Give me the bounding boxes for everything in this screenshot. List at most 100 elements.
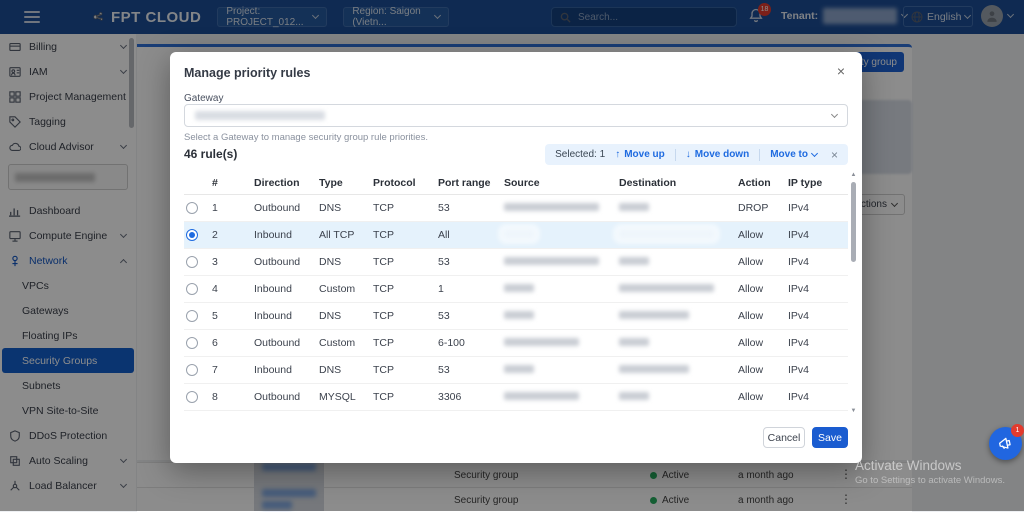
- rule-direction: Outbound: [254, 202, 319, 214]
- rule-protocol: TCP: [373, 229, 438, 241]
- rule-type: All TCP: [319, 229, 373, 241]
- close-icon[interactable]: [832, 62, 850, 80]
- rule-radio[interactable]: [186, 256, 198, 268]
- scroll-down-icon[interactable]: ▼: [850, 408, 857, 414]
- rule-port-range: 53: [438, 202, 504, 214]
- gateway-select[interactable]: [184, 104, 848, 127]
- rule-radio-selected[interactable]: [186, 229, 198, 241]
- col-header: Port range: [438, 177, 504, 189]
- rule-type: DNS: [319, 202, 373, 214]
- rule-destination-redacted: [619, 391, 738, 403]
- rule-radio[interactable]: [186, 202, 198, 214]
- rule-row[interactable]: 1 Outbound DNS TCP 53 DROP IPv4: [184, 195, 848, 222]
- rule-number: 6: [212, 337, 254, 349]
- fab-badge: 1: [1011, 424, 1024, 437]
- col-header: Source: [504, 177, 619, 189]
- rule-row[interactable]: 3 Outbound DNS TCP 53 Allow IPv4: [184, 249, 848, 276]
- rule-radio[interactable]: [186, 364, 198, 376]
- rule-action: Allow: [738, 256, 788, 268]
- rule-source-redacted: [504, 391, 619, 403]
- rule-number: 7: [212, 364, 254, 376]
- rule-action: Allow: [738, 229, 788, 241]
- rule-direction: Outbound: [254, 256, 319, 268]
- rule-protocol: TCP: [373, 283, 438, 295]
- rule-protocol: TCP: [373, 391, 438, 403]
- rule-row-selected[interactable]: 2 Inbound All TCP TCP All Allow IPv4: [184, 222, 848, 249]
- scroll-up-icon[interactable]: ▲: [850, 172, 857, 178]
- rule-ip-type: IPv4: [788, 337, 838, 349]
- modal-footer: Cancel Save: [763, 427, 848, 448]
- move-to-button[interactable]: Move to: [770, 149, 817, 160]
- move-down-label: Move down: [695, 149, 749, 160]
- chevron-down-icon: [811, 150, 818, 157]
- rule-direction: Inbound: [254, 229, 319, 241]
- rule-port-range: 3306: [438, 391, 504, 403]
- rules-table-scrollbar[interactable]: ▲ ▼: [850, 172, 857, 414]
- rule-ip-type: IPv4: [788, 391, 838, 403]
- save-button[interactable]: Save: [812, 427, 848, 448]
- rule-number: 2: [212, 229, 254, 241]
- rule-protocol: TCP: [373, 256, 438, 268]
- rule-direction: Outbound: [254, 337, 319, 349]
- rule-port-range: All: [438, 229, 504, 241]
- rule-radio[interactable]: [186, 310, 198, 322]
- rule-source-redacted: [504, 310, 619, 322]
- arrow-down-icon: ↓: [686, 149, 691, 160]
- rule-direction: Inbound: [254, 310, 319, 322]
- rule-source-redacted: [504, 364, 619, 376]
- rule-protocol: TCP: [373, 202, 438, 214]
- rule-source-redacted: [504, 283, 619, 295]
- rule-row[interactable]: 6 Outbound Custom TCP 6-100 Allow IPv4: [184, 330, 848, 357]
- rule-destination-redacted: [619, 310, 738, 322]
- rule-source-redacted: [504, 202, 619, 214]
- move-up-button[interactable]: ↑Move up: [615, 149, 665, 160]
- rules-table-header: # Direction Type Protocol Port range Sou…: [184, 172, 848, 195]
- gateway-label: Gateway: [184, 93, 223, 104]
- clear-selection-icon[interactable]: [831, 148, 838, 162]
- rule-destination-redacted: [619, 364, 738, 376]
- announcements-fab-button[interactable]: 1: [989, 427, 1022, 460]
- megaphone-icon: [995, 433, 1015, 453]
- rule-number: 1: [212, 202, 254, 214]
- rule-source-redacted: [504, 229, 619, 241]
- rule-number: 3: [212, 256, 254, 268]
- gateway-value-redacted: [195, 111, 325, 120]
- rule-ip-type: IPv4: [788, 229, 838, 241]
- col-header: Action: [738, 177, 788, 189]
- rule-protocol: TCP: [373, 337, 438, 349]
- rule-source-redacted: [504, 256, 619, 268]
- arrow-up-icon: ↑: [615, 149, 620, 160]
- rule-radio[interactable]: [186, 391, 198, 403]
- rule-port-range: 53: [438, 310, 504, 322]
- rule-row[interactable]: 7 Inbound DNS TCP 53 Allow IPv4: [184, 357, 848, 384]
- rule-radio[interactable]: [186, 337, 198, 349]
- rule-destination-redacted: [619, 256, 738, 268]
- rule-type: Custom: [319, 283, 373, 295]
- rule-ip-type: IPv4: [788, 310, 838, 322]
- rule-type: MYSQL: [319, 391, 373, 403]
- rule-direction: Inbound: [254, 364, 319, 376]
- modal-title: Manage priority rules: [184, 66, 310, 80]
- cancel-button[interactable]: Cancel: [763, 427, 805, 448]
- rule-protocol: TCP: [373, 310, 438, 322]
- rule-port-range: 6-100: [438, 337, 504, 349]
- rule-row[interactable]: 8 Outbound MYSQL TCP 3306 Allow IPv4: [184, 384, 848, 411]
- toolbar-divider: [759, 149, 760, 161]
- rule-action: DROP: [738, 202, 788, 214]
- rule-type: Custom: [319, 337, 373, 349]
- selected-count: Selected: 1: [555, 149, 605, 160]
- rule-action: Allow: [738, 283, 788, 295]
- rule-destination-redacted: [619, 229, 738, 241]
- rule-direction: Outbound: [254, 391, 319, 403]
- col-header: IP type: [788, 177, 838, 189]
- col-header: #: [212, 177, 254, 189]
- rule-protocol: TCP: [373, 364, 438, 376]
- scrollbar-thumb[interactable]: [851, 182, 856, 262]
- move-down-button[interactable]: ↓ Move down: [686, 149, 749, 160]
- rule-row[interactable]: 5 Inbound DNS TCP 53 Allow IPv4: [184, 303, 848, 330]
- rules-table: # Direction Type Protocol Port range Sou…: [184, 172, 848, 411]
- rule-radio[interactable]: [186, 283, 198, 295]
- rule-destination-redacted: [619, 337, 738, 349]
- rule-row[interactable]: 4 Inbound Custom TCP 1 Allow IPv4: [184, 276, 848, 303]
- rule-port-range: 53: [438, 256, 504, 268]
